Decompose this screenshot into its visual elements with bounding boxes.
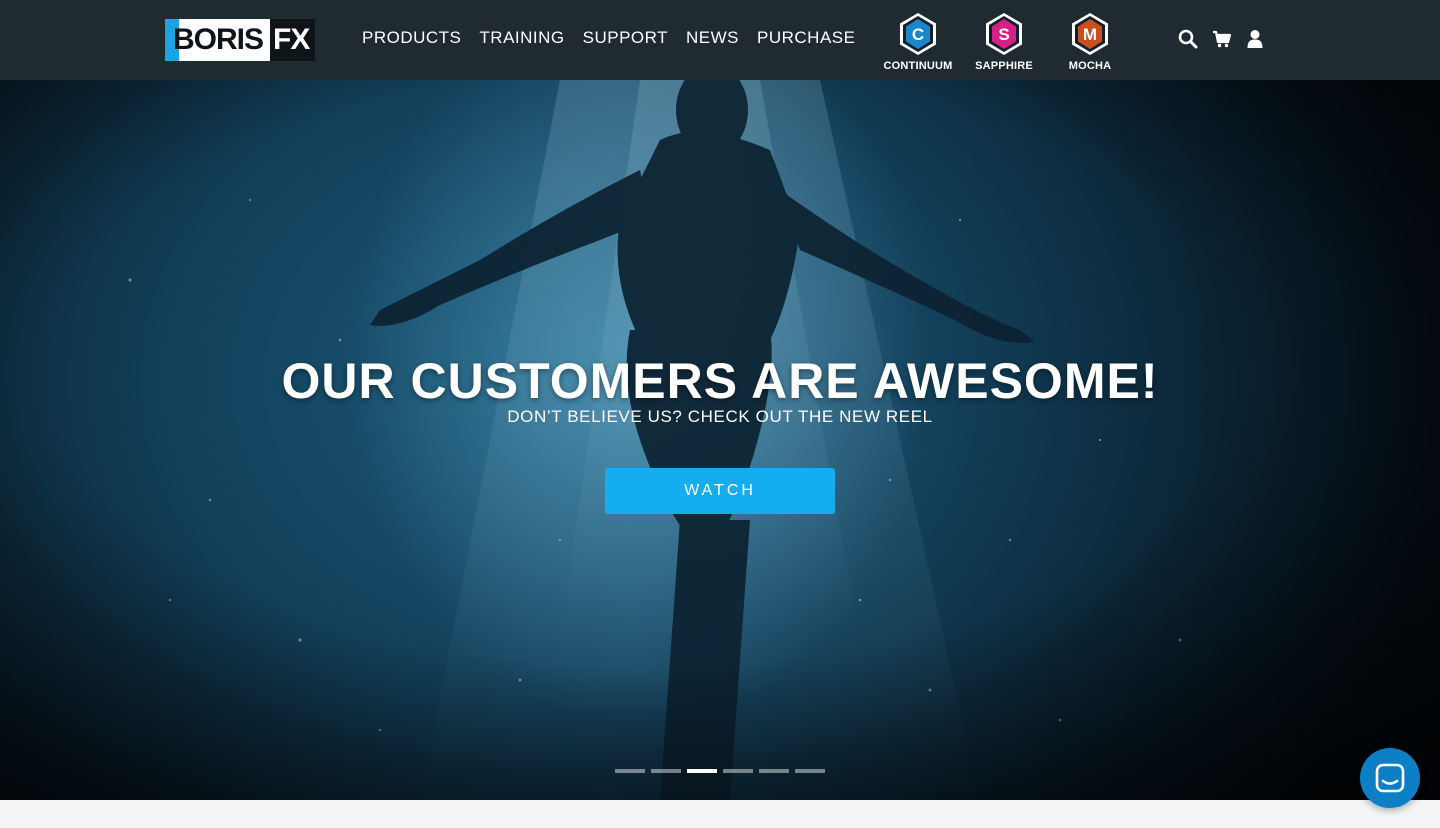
- product-mocha[interactable]: M MOCHA: [1040, 12, 1140, 72]
- top-navbar: BORIS FX PRODUCTS TRAINING SUPPORT NEWS …: [0, 0, 1440, 80]
- header-tools: [1178, 29, 1264, 54]
- chat-icon: [1375, 763, 1405, 793]
- mocha-letter: M: [1083, 25, 1097, 44]
- continuum-letter: C: [912, 25, 924, 44]
- carousel-dot-6[interactable]: [795, 769, 825, 773]
- search-icon[interactable]: [1178, 29, 1198, 54]
- logo-suffix: FX: [273, 23, 310, 56]
- user-icon[interactable]: [1246, 29, 1264, 54]
- chat-launcher-button[interactable]: [1360, 748, 1420, 808]
- product-continuum[interactable]: C CONTINUUM: [868, 12, 968, 72]
- watch-button[interactable]: WATCH: [605, 468, 835, 514]
- nav-news[interactable]: NEWS: [686, 28, 739, 48]
- carousel-indicators: [615, 769, 825, 773]
- product-label-mocha: MOCHA: [1068, 60, 1112, 72]
- sapphire-hex-icon: S: [986, 13, 1022, 55]
- cart-icon[interactable]: [1212, 29, 1232, 54]
- product-label-continuum: CONTINUUM: [883, 60, 953, 72]
- mocha-hex-icon: M: [1072, 13, 1108, 55]
- carousel-dot-3-active[interactable]: [687, 769, 717, 773]
- hero-banner: OUR CUSTOMERS ARE AWESOME! DON’T BELIEVE…: [0, 80, 1440, 800]
- sapphire-letter: S: [998, 25, 1009, 44]
- main-nav: PRODUCTS TRAINING SUPPORT NEWS PURCHASE: [362, 28, 855, 48]
- carousel-dot-2[interactable]: [651, 769, 681, 773]
- carousel-dot-4[interactable]: [723, 769, 753, 773]
- borisfx-logo[interactable]: BORIS FX: [165, 19, 315, 61]
- nav-training[interactable]: TRAINING: [479, 28, 564, 48]
- nav-support[interactable]: SUPPORT: [583, 28, 668, 48]
- hero-title: OUR CUSTOMERS ARE AWESOME!: [281, 353, 1159, 409]
- carousel-dot-5[interactable]: [759, 769, 789, 773]
- nav-products[interactable]: PRODUCTS: [362, 28, 461, 48]
- hero-subtitle: DON’T BELIEVE US? CHECK OUT THE NEW REEL: [507, 407, 933, 426]
- logo-word: BORIS: [173, 23, 264, 56]
- product-label-sapphire: SAPPHIRE: [975, 60, 1033, 72]
- product-links: C CONTINUUM S SAPPHIRE M MOCHA: [868, 12, 1140, 72]
- continuum-hex-icon: C: [900, 13, 936, 55]
- carousel-dot-1[interactable]: [615, 769, 645, 773]
- product-sapphire[interactable]: S SAPPHIRE: [968, 12, 1040, 72]
- hero-background-image: [0, 80, 1440, 800]
- nav-purchase[interactable]: PURCHASE: [757, 28, 855, 48]
